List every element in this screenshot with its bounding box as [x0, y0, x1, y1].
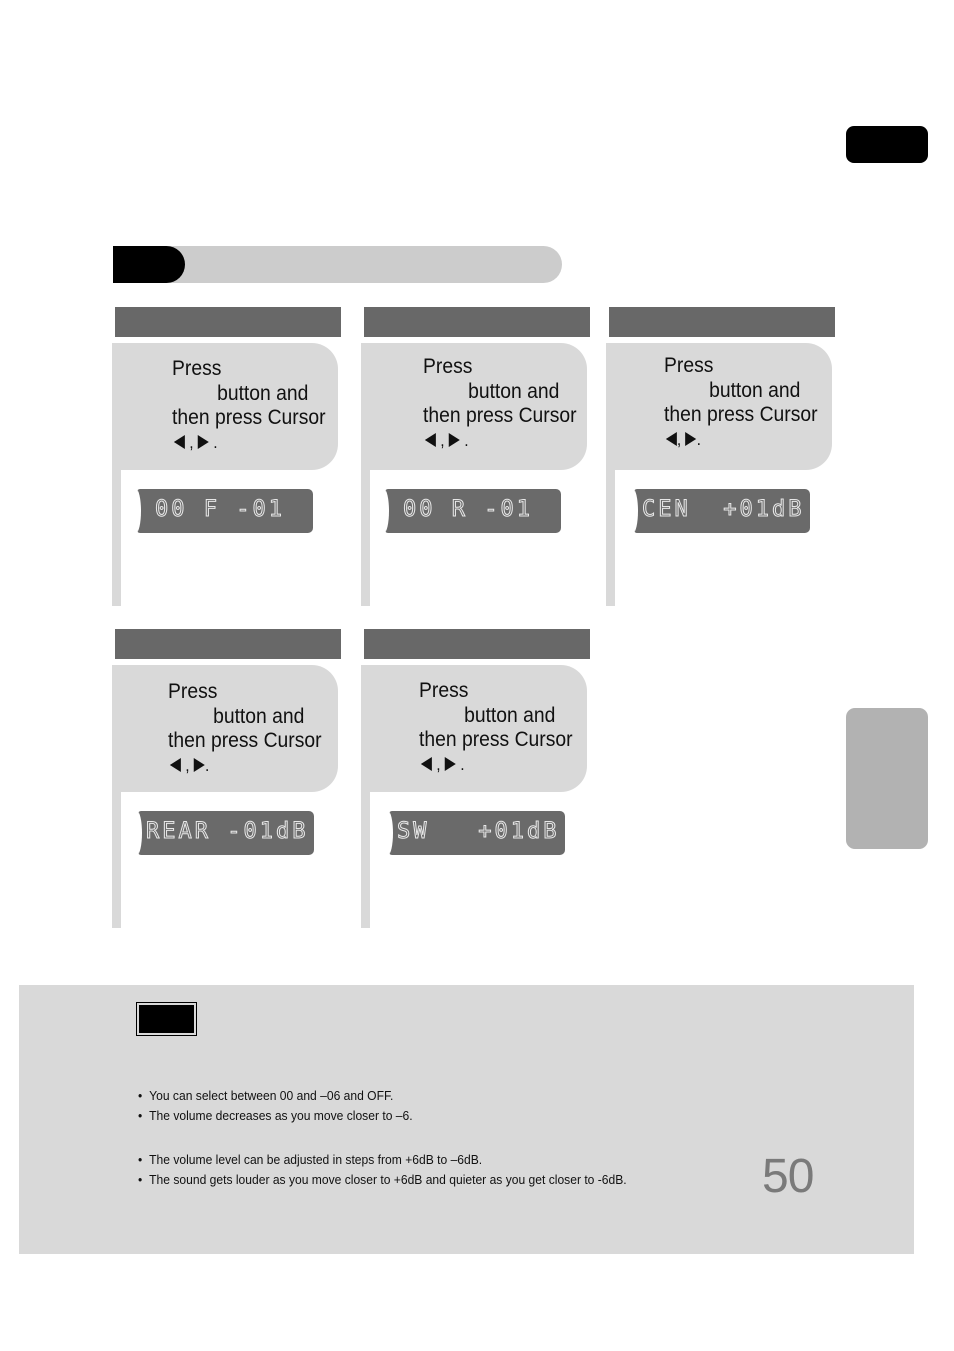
- cursor-left-icon: [169, 757, 181, 772]
- lcd-readout: 00 R -01: [403, 497, 533, 523]
- lcd-readout: 00 F -01: [155, 497, 285, 523]
- card-header: [115, 307, 341, 337]
- lcd-display: REAR -01dB: [138, 811, 314, 855]
- cursor-right-icon: [685, 431, 697, 446]
- instruction-text: Press button and then press Cursor , .: [664, 354, 818, 449]
- note-icon: [136, 1002, 197, 1036]
- card-header: [364, 629, 590, 659]
- lcd-readout: CEN +01dB: [641, 497, 805, 523]
- lcd-readout: SW +01dB: [396, 819, 560, 845]
- cursor-right-icon: [444, 756, 456, 771]
- card-header: [364, 307, 590, 337]
- lcd-display: 00 R -01: [385, 489, 561, 533]
- lcd-display: CEN +01dB: [634, 489, 810, 533]
- lcd-readout: REAR -01dB: [145, 819, 309, 845]
- note-item: You can select between 00 and –06 and OF…: [138, 1086, 413, 1106]
- page-number: 50: [762, 1150, 814, 1203]
- chapter-side-tab: [846, 708, 928, 849]
- instruction-text: Press button and then press Cursor , .: [419, 679, 573, 774]
- cursor-left-icon: [665, 431, 677, 446]
- note-item: The volume level can be adjusted in step…: [138, 1150, 627, 1170]
- instruction-text: Press button and then press Cursor , .: [168, 680, 322, 775]
- lcd-display: 00 F -01: [137, 489, 313, 533]
- card-header: [115, 629, 341, 659]
- language-tab: [846, 126, 928, 163]
- cursor-right-icon: [448, 432, 460, 447]
- cursor-left-icon: [420, 756, 432, 771]
- section-number-badge: [113, 246, 185, 283]
- note-item: The sound gets louder as you move closer…: [138, 1170, 627, 1190]
- cursor-left-icon: [424, 432, 436, 447]
- cursor-left-icon: [173, 434, 185, 449]
- instruction-text: Press button and then press Cursor , .: [423, 355, 577, 450]
- lcd-display: SW +01dB: [389, 811, 565, 855]
- note-item: The volume decreases as you move closer …: [138, 1106, 413, 1126]
- note-list-db-level: The volume level can be adjusted in step…: [138, 1150, 627, 1189]
- cursor-right-icon: [197, 434, 209, 449]
- note-list-speaker-level: You can select between 00 and –06 and OF…: [138, 1086, 413, 1125]
- instruction-text: Press button and then press Cursor , .: [172, 357, 326, 452]
- card-header: [609, 307, 835, 337]
- cursor-right-icon: [193, 757, 205, 772]
- section-title-bar: [113, 246, 562, 283]
